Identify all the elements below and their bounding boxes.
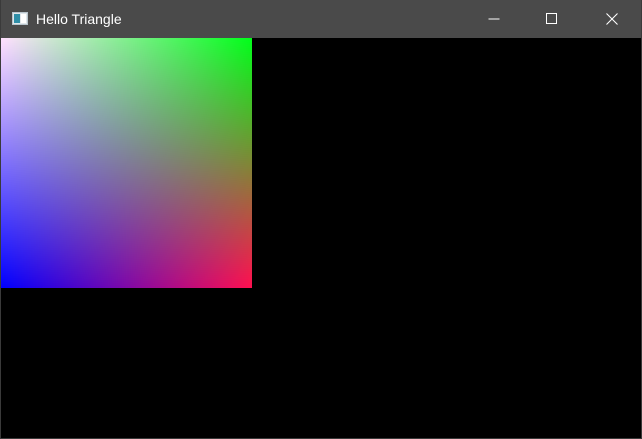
title-bar[interactable]: Hello Triangle	[1, 0, 641, 38]
minimize-button[interactable]	[471, 0, 517, 38]
render-surface[interactable]	[1, 38, 641, 438]
minimize-icon	[488, 18, 500, 20]
maximize-button[interactable]	[529, 0, 575, 38]
gradient-quad	[1, 38, 252, 288]
app-icon	[12, 12, 28, 25]
close-icon	[606, 13, 618, 25]
app-window: Hello Triangle	[0, 0, 642, 439]
close-button[interactable]	[589, 0, 635, 38]
window-title: Hello Triangle	[36, 11, 122, 27]
maximize-icon	[546, 13, 557, 24]
